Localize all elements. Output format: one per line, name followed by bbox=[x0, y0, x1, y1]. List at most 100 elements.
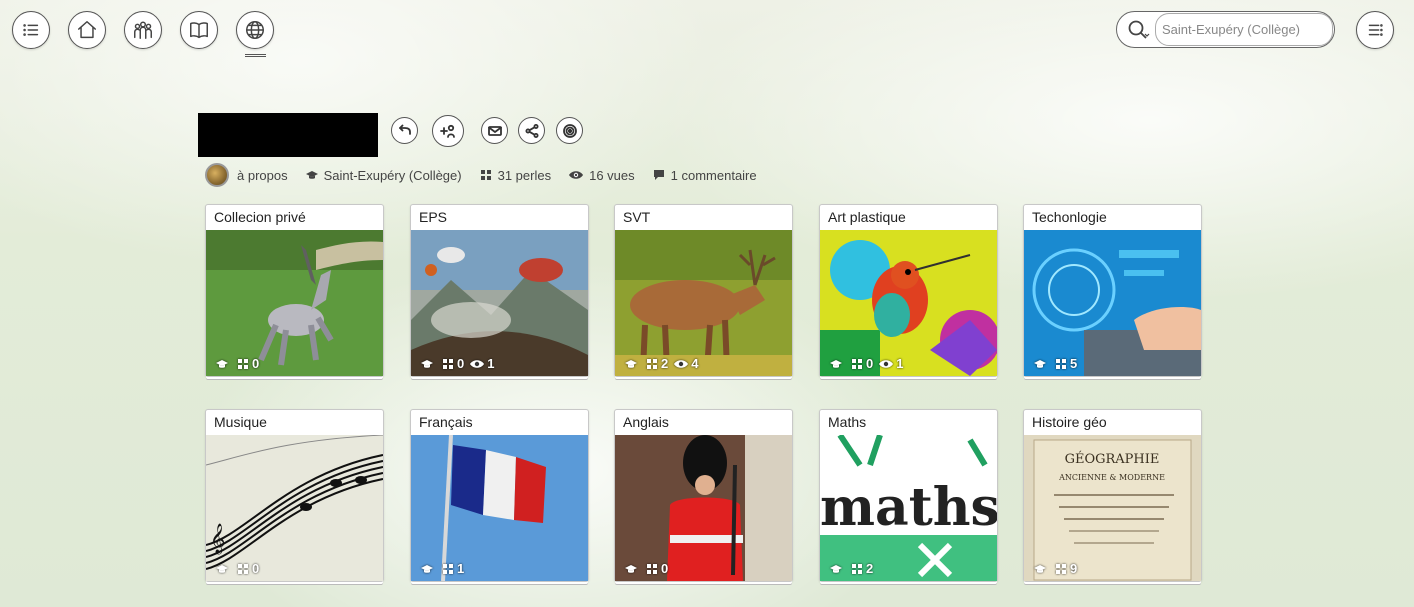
collection-card[interactable]: Français 1 bbox=[410, 409, 589, 582]
grid-icon bbox=[852, 358, 862, 369]
school-stat bbox=[216, 358, 231, 370]
card-stats: 01 bbox=[421, 356, 500, 371]
eye-icon bbox=[879, 359, 894, 368]
svg-text:GÉOGRAPHIE: GÉOGRAPHIE bbox=[1065, 451, 1160, 467]
collection-card[interactable]: Anglais 0 bbox=[614, 409, 793, 582]
pearls-stat: 0 bbox=[237, 356, 259, 371]
collection-card[interactable]: Histoire géo GÉOGRAPHIE ANCIENNE & MODERNE… bbox=[1023, 409, 1202, 582]
card-thumbnail[interactable] bbox=[1024, 230, 1201, 376]
avatar[interactable] bbox=[205, 163, 229, 187]
graduation-cap-icon bbox=[305, 169, 318, 181]
school-stat bbox=[1034, 358, 1049, 370]
card-title[interactable]: Musique bbox=[206, 410, 383, 435]
school-link[interactable]: Saint-Exupéry (Collège) bbox=[305, 168, 462, 183]
school-stat bbox=[830, 563, 845, 575]
card-thumbnail[interactable] bbox=[206, 230, 383, 376]
card-title[interactable]: Art plastique bbox=[820, 205, 997, 230]
card-thumbnail[interactable]: 𝄞 bbox=[206, 435, 383, 581]
grid-icon bbox=[443, 358, 453, 369]
follow-button[interactable] bbox=[432, 115, 464, 147]
collection-card[interactable]: EPS 0 1 bbox=[410, 204, 589, 377]
pearls-value: 9 bbox=[1070, 561, 1078, 576]
views-value: 1 bbox=[487, 356, 495, 371]
views-count: 16 vues bbox=[569, 168, 635, 183]
pearls-count: 31 perles bbox=[480, 168, 551, 183]
grid-icon bbox=[238, 358, 248, 369]
pearls-label: 31 perles bbox=[497, 167, 552, 183]
back-button[interactable] bbox=[391, 117, 418, 144]
pearls-value: 0 bbox=[252, 356, 260, 371]
card-title[interactable]: Techonlogie bbox=[1024, 205, 1201, 230]
target-button[interactable] bbox=[556, 117, 583, 144]
pearls-stat: 0 bbox=[646, 561, 668, 576]
collection-card[interactable]: Maths maths 2 bbox=[819, 409, 998, 582]
mail-icon bbox=[487, 125, 502, 136]
collection-card[interactable]: Art plastique 0 1 bbox=[819, 204, 998, 377]
views-stat: 1 bbox=[879, 356, 903, 371]
home-icon bbox=[78, 21, 96, 39]
card-title[interactable]: Anglais bbox=[615, 410, 792, 435]
collection-card[interactable]: Musique 𝄞 0 bbox=[205, 409, 384, 582]
card-thumbnail[interactable] bbox=[411, 230, 588, 376]
card-thumbnail[interactable] bbox=[615, 435, 792, 581]
page-title-redacted bbox=[198, 113, 378, 157]
collection-card[interactable]: Collecion privé 0 bbox=[205, 204, 384, 377]
card-title[interactable]: Collecion privé bbox=[206, 205, 383, 230]
search-button[interactable] bbox=[1121, 13, 1155, 47]
school-stat bbox=[1034, 563, 1049, 575]
comments-count[interactable]: 1 commentaire bbox=[653, 168, 757, 183]
grid-icon bbox=[1056, 563, 1066, 574]
graduation-cap-icon bbox=[216, 359, 228, 368]
card-title[interactable]: Français bbox=[411, 410, 588, 435]
views-value: 4 bbox=[691, 356, 699, 371]
card-thumbnail[interactable] bbox=[820, 230, 997, 376]
menu-button[interactable] bbox=[12, 11, 50, 49]
library-button[interactable] bbox=[180, 11, 218, 49]
pearls-stat: 5 bbox=[1055, 356, 1077, 371]
card-stats: 1 bbox=[421, 561, 470, 576]
pearls-value: 0 bbox=[252, 561, 260, 576]
collection-meta: à propos Saint-Exupéry (Collège) 31 perl… bbox=[205, 162, 775, 188]
search-bar bbox=[1116, 11, 1335, 48]
grid-icon bbox=[647, 358, 657, 369]
email-button[interactable] bbox=[481, 117, 508, 144]
target-icon bbox=[562, 123, 577, 138]
active-tab-indicator bbox=[245, 54, 266, 57]
graduation-cap-icon bbox=[421, 359, 433, 368]
school-stat bbox=[421, 563, 436, 575]
pearls-value: 0 bbox=[661, 561, 669, 576]
collection-card[interactable]: SVT 2 4 bbox=[614, 204, 793, 377]
back-arrow-icon bbox=[398, 124, 411, 135]
card-title[interactable]: Maths bbox=[820, 410, 997, 435]
card-thumbnail[interactable] bbox=[615, 230, 792, 376]
card-title[interactable]: SVT bbox=[615, 205, 792, 230]
card-title[interactable]: Histoire géo bbox=[1024, 410, 1201, 435]
about-link[interactable]: à propos bbox=[237, 168, 288, 183]
groups-button[interactable] bbox=[124, 11, 162, 49]
pearls-value: 1 bbox=[457, 561, 465, 576]
collection-card[interactable]: Techonlogie 5 bbox=[1023, 204, 1202, 377]
card-title[interactable]: EPS bbox=[411, 205, 588, 230]
card-thumbnail[interactable] bbox=[411, 435, 588, 581]
grid-icon bbox=[852, 563, 862, 574]
menu-list-icon bbox=[23, 24, 39, 36]
card-stats: 0 bbox=[216, 561, 265, 576]
home-button[interactable] bbox=[68, 11, 106, 49]
explore-button[interactable] bbox=[236, 11, 274, 49]
views-label: 16 vues bbox=[589, 167, 635, 183]
card-thumbnail[interactable]: maths bbox=[820, 435, 997, 581]
grid-icon bbox=[647, 563, 657, 574]
card-stats: 2 bbox=[830, 561, 879, 576]
school-stat bbox=[625, 358, 640, 370]
card-thumbnail[interactable]: GÉOGRAPHIE ANCIENNE & MODERNE bbox=[1024, 435, 1201, 581]
share-button[interactable] bbox=[518, 117, 545, 144]
grid-icon bbox=[443, 563, 453, 574]
views-value: 1 bbox=[896, 356, 904, 371]
graduation-cap-icon bbox=[216, 564, 228, 573]
graduation-cap-icon bbox=[1034, 564, 1046, 573]
card-stats: 01 bbox=[830, 356, 909, 371]
options-menu-button[interactable] bbox=[1356, 11, 1394, 49]
search-input[interactable] bbox=[1155, 13, 1333, 46]
school-stat bbox=[421, 358, 436, 370]
graduation-cap-icon bbox=[625, 359, 637, 368]
